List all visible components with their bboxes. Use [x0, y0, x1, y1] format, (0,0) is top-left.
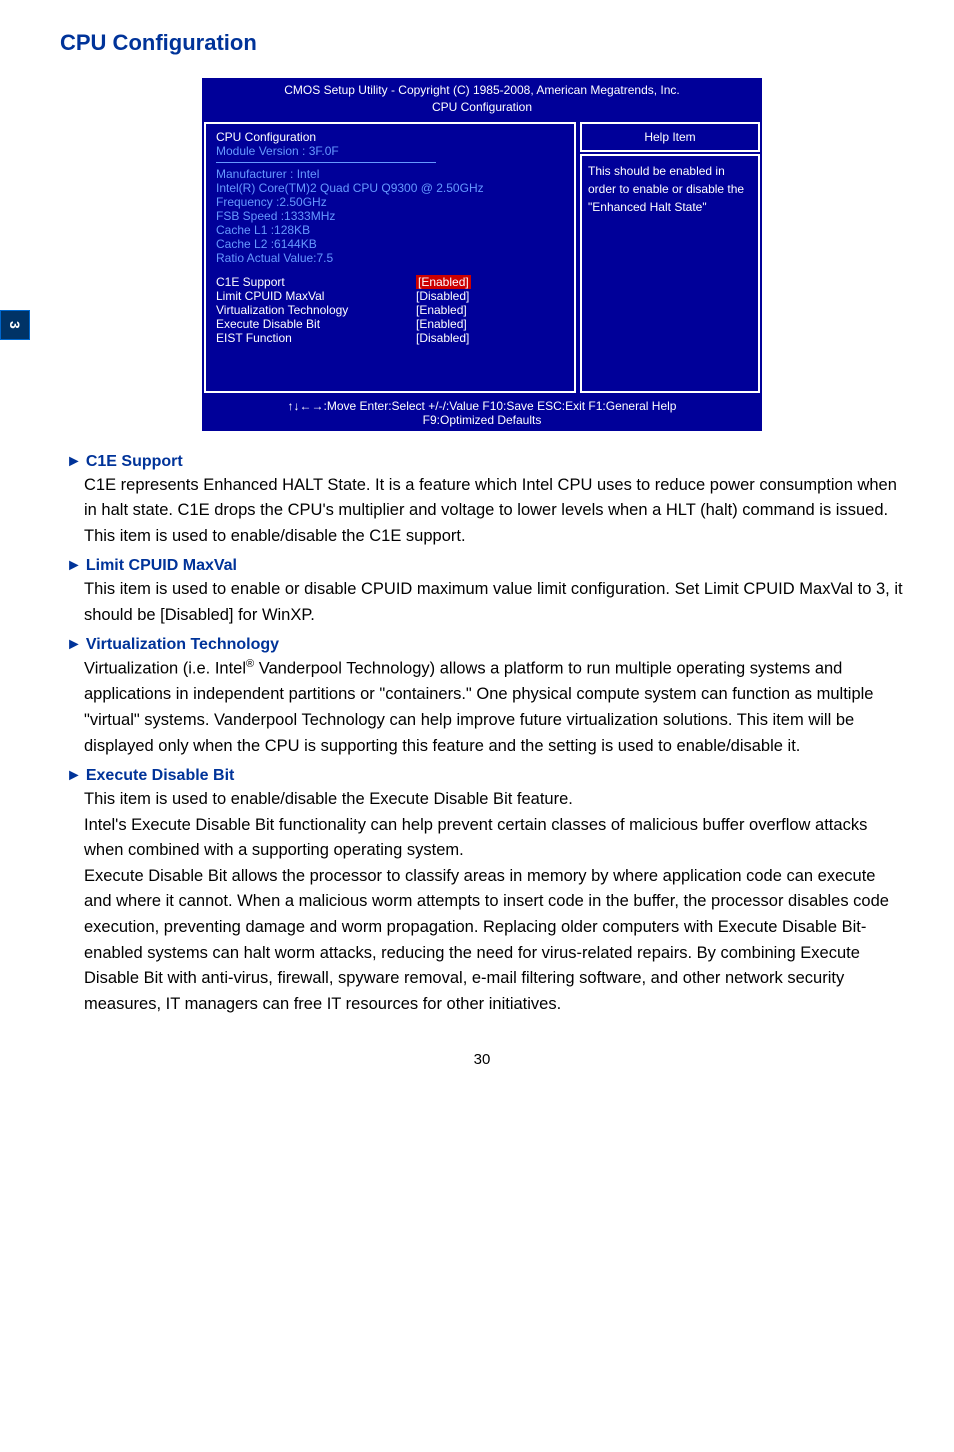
bios-option-label: Limit CPUID MaxVal: [216, 289, 416, 303]
bios-screenshot: CMOS Setup Utility - Copyright (C) 1985-…: [200, 76, 764, 433]
bios-option-virtualization-technology[interactable]: Virtualization Technology [Enabled]: [216, 303, 564, 317]
bios-main-panel: CPU Configuration Module Version : 3F.0F…: [204, 122, 576, 393]
bios-footer-line2: F9:Optimized Defaults: [210, 413, 754, 427]
bios-manufacturer: Manufacturer : Intel: [216, 167, 564, 181]
bios-option-value: [Disabled]: [416, 289, 469, 303]
bios-option-label: Execute Disable Bit: [216, 317, 416, 331]
bios-header: CMOS Setup Utility - Copyright (C) 1985-…: [202, 78, 762, 120]
bios-footer: ↑↓←→:Move Enter:Select +/-/:Value F10:Sa…: [202, 395, 762, 431]
item-title: Limit CPUID MaxVal: [86, 557, 237, 574]
bios-option-label: Virtualization Technology: [216, 303, 416, 317]
bios-cpu-name: Intel(R) Core(TM)2 Quad CPU Q9300 @ 2.50…: [216, 181, 564, 195]
item-title: Virtualization Technology: [86, 636, 279, 653]
bios-option-value: [Disabled]: [416, 331, 469, 345]
bios-header-line2: CPU Configuration: [202, 99, 762, 116]
item-title: Execute Disable Bit: [86, 767, 235, 784]
item-virtualization-technology: ►Virtualization Technology Virtualizatio…: [84, 636, 904, 759]
bios-option-c1e-support[interactable]: C1E Support [Enabled]: [216, 275, 564, 289]
item-execute-disable-bit: ►Execute Disable Bit This item is used t…: [84, 767, 904, 1017]
item-header: ►C1E Support: [66, 453, 904, 471]
bios-help-title: Help Item: [580, 122, 760, 152]
bios-option-value: [Enabled]: [416, 303, 467, 317]
item-header: ►Execute Disable Bit: [66, 767, 904, 785]
bios-ratio: Ratio Actual Value:7.5: [216, 251, 564, 265]
bios-fsb-speed: FSB Speed :1333MHz: [216, 209, 564, 223]
bios-option-value: [Enabled]: [416, 275, 471, 289]
item-title: C1E Support: [86, 453, 183, 470]
item-body: This item is used to enable or disable C…: [84, 577, 904, 628]
bios-footer-line1: ↑↓←→:Move Enter:Select +/-/:Value F10:Sa…: [210, 399, 754, 413]
bios-option-label: C1E Support: [216, 275, 416, 289]
exec-para1: This item is used to enable/disable the …: [84, 787, 904, 813]
arrow-icon: ►: [66, 636, 82, 653]
bios-option-label: EIST Function: [216, 331, 416, 345]
bios-frequency: Frequency :2.50GHz: [216, 195, 564, 209]
bios-option-value: [Enabled]: [416, 317, 467, 331]
bios-config-title: CPU Configuration: [216, 130, 564, 144]
section-title: CPU Configuration: [60, 30, 904, 56]
content-area: CPU Configuration CMOS Setup Utility - C…: [0, 0, 954, 1108]
bios-cache-l2: Cache L2 :6144KB: [216, 237, 564, 251]
arrow-icon: ►: [66, 453, 82, 470]
bios-option-limit-cpuid-maxval[interactable]: Limit CPUID MaxVal [Disabled]: [216, 289, 564, 303]
item-body: Virtualization (i.e. Intel® Vanderpool T…: [84, 656, 904, 759]
bios-help-body: This should be enabled in order to enabl…: [580, 154, 760, 393]
bios-option-execute-disable-bit[interactable]: Execute Disable Bit [Enabled]: [216, 317, 564, 331]
page-number: 30: [60, 1051, 904, 1068]
bios-help-panel: Help Item This should be enabled in orde…: [580, 122, 760, 393]
bios-header-line1: CMOS Setup Utility - Copyright (C) 1985-…: [202, 82, 762, 99]
exec-para2: Intel's Execute Disable Bit functionalit…: [84, 813, 904, 864]
arrow-icon: ►: [66, 767, 82, 784]
bios-module-version: Module Version : 3F.0F: [216, 144, 564, 158]
item-body: This item is used to enable/disable the …: [84, 787, 904, 1017]
bios-option-eist-function[interactable]: EIST Function [Disabled]: [216, 331, 564, 345]
item-limit-cpuid-maxval: ►Limit CPUID MaxVal This item is used to…: [84, 557, 904, 628]
bios-cache-l1: Cache L1 :128KB: [216, 223, 564, 237]
registered-symbol: ®: [246, 658, 254, 670]
item-header: ►Limit CPUID MaxVal: [66, 557, 904, 575]
item-c1e-support: ►C1E Support C1E represents Enhanced HAL…: [84, 453, 904, 550]
bios-divider: [216, 162, 436, 163]
exec-para3: Execute Disable Bit allows the processor…: [84, 864, 904, 1017]
item-header: ►Virtualization Technology: [66, 636, 904, 654]
item-body: C1E represents Enhanced HALT State. It i…: [84, 473, 904, 550]
arrow-icon: ►: [66, 557, 82, 574]
page-tab: 3: [0, 310, 30, 340]
